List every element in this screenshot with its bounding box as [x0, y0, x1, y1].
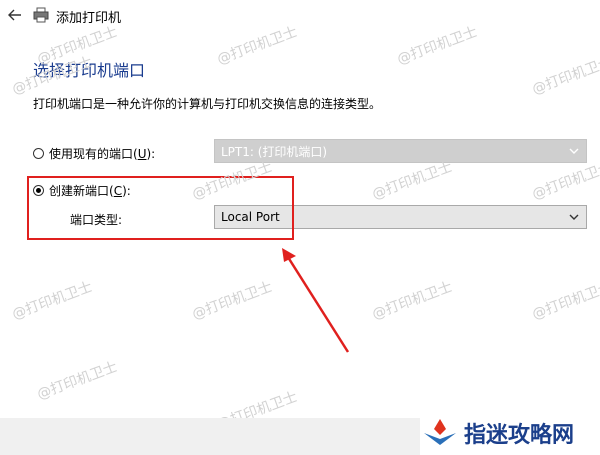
- watermark: @打印机卫士: [370, 159, 455, 203]
- watermark: @打印机卫士: [10, 279, 95, 323]
- existing-port-value: LPT1: (打印机端口): [221, 144, 328, 159]
- back-arrow-icon[interactable]: [6, 6, 24, 24]
- printer-icon: [32, 6, 50, 24]
- existing-port-select: LPT1: (打印机端口): [214, 139, 587, 163]
- brand-logo: 指迷攻略网: [420, 410, 600, 455]
- page-description: 打印机端口是一种允许你的计算机与打印机交换信息的连接类型。: [33, 97, 382, 111]
- watermark: @打印机卫士: [190, 279, 275, 323]
- title-bar: 添加打印机: [0, 0, 600, 30]
- watermark: @打印机卫士: [370, 279, 455, 323]
- watermark: @打印机卫士: [35, 359, 120, 403]
- watermark: @打印机卫士: [530, 279, 600, 323]
- radio-button-existing[interactable]: [33, 148, 44, 159]
- radio-existing-port[interactable]: 使用现有的端口(U):: [33, 145, 155, 162]
- watermark: @打印机卫士: [530, 54, 600, 98]
- existing-port-label: 使用现有的端口(U):: [49, 147, 156, 161]
- chevron-down-icon: [569, 148, 579, 154]
- chevron-down-icon: [569, 214, 579, 220]
- annotation-highlight-box: [27, 176, 294, 240]
- watermark: @打印机卫士: [530, 159, 600, 203]
- annotation-arrow: [282, 248, 350, 353]
- brand-text: 指迷攻略网: [464, 421, 575, 448]
- brand-mark-icon: [424, 418, 456, 445]
